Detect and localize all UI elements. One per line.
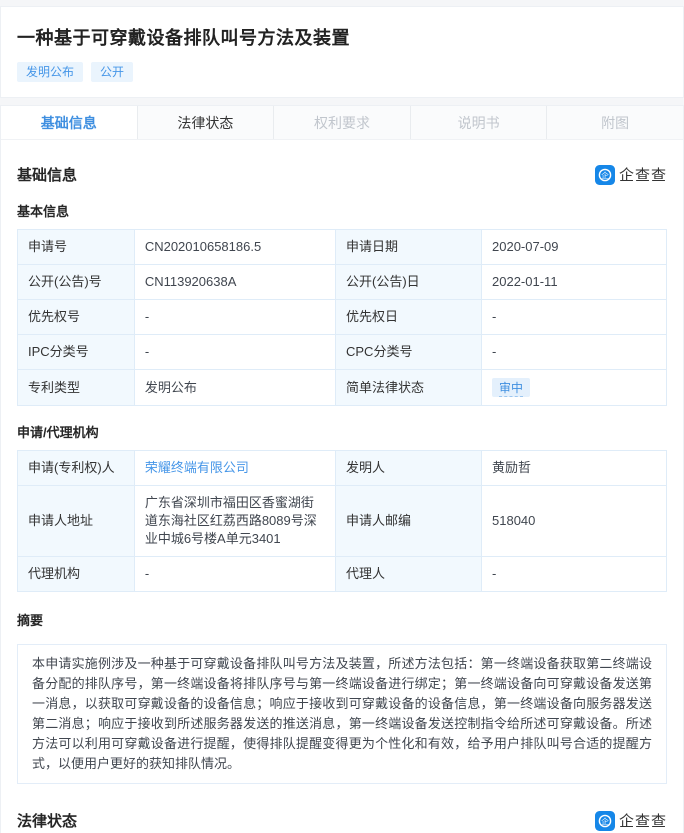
cell-label: 专利类型: [18, 370, 135, 406]
priority-number: -: [134, 300, 335, 335]
svg-text:企: 企: [601, 169, 609, 179]
agency: -: [134, 557, 335, 592]
basic-info-table: 申请号 CN202010658186.5 申请日期 2020-07-09 公开(…: [17, 229, 667, 406]
tab-legal-status[interactable]: 法律状态: [138, 106, 275, 139]
applicant-address: 广东省深圳市福田区香蜜湖街道东海社区红荔西路8089号深业中城6号楼A单元340…: [134, 486, 335, 557]
svg-text:企: 企: [601, 815, 609, 825]
tab-basic-info[interactable]: 基础信息: [1, 106, 138, 139]
subsection-agency-title: 申请/代理机构: [17, 422, 667, 441]
qichacha-watermark: 企 企查查: [595, 810, 667, 831]
basic-info-section-head: 基础信息 企 企查查: [17, 164, 667, 185]
cell-label: 申请号: [18, 230, 135, 265]
tab-figures[interactable]: 附图: [547, 106, 683, 139]
tab-claims[interactable]: 权利要求: [274, 106, 411, 139]
tag-row: 发明公布 公开: [17, 62, 667, 82]
qichacha-watermark: 企 企查查: [595, 164, 667, 185]
subsection-basic-title: 基本信息: [17, 201, 667, 220]
cell-label: 申请日期: [336, 230, 482, 265]
cpc-class: -: [482, 335, 667, 370]
qichacha-logo-icon: 企: [595, 165, 615, 185]
cell-label: 申请人地址: [18, 486, 135, 557]
status-badge[interactable]: 审中: [492, 378, 530, 397]
tag-invention-publication: 发明公布: [17, 62, 83, 82]
patent-type: 发明公布: [134, 370, 335, 406]
qichacha-brand-name: 企查查: [619, 810, 667, 831]
application-date: 2020-07-09: [482, 230, 667, 265]
cell-label: 代理机构: [18, 557, 135, 592]
cell-label: 代理人: [336, 557, 482, 592]
agency-table: 申请(专利权)人 荣耀终端有限公司 发明人 黄励哲 申请人地址 广东省深圳市福田…: [17, 450, 667, 592]
cell-label: 优先权日: [336, 300, 482, 335]
qichacha-logo-icon: 企: [595, 811, 615, 831]
cell-label: 简单法律状态: [336, 370, 482, 406]
applicant-link[interactable]: 荣耀终端有限公司: [145, 460, 249, 475]
inventor: 黄励哲: [482, 451, 667, 486]
tag-public: 公开: [91, 62, 133, 82]
qichacha-brand-name: 企查查: [619, 164, 667, 185]
table-row: 申请(专利权)人 荣耀终端有限公司 发明人 黄励哲: [18, 451, 667, 486]
legal-section-head: 法律状态 企 企查查: [17, 810, 667, 831]
cell-label: 申请人邮编: [336, 486, 482, 557]
cell-label: 优先权号: [18, 300, 135, 335]
table-row: 优先权号 - 优先权日 -: [18, 300, 667, 335]
legal-status-cell: 审中: [482, 370, 667, 406]
publication-date: 2022-01-11: [482, 265, 667, 300]
publication-number: CN113920638A: [134, 265, 335, 300]
cell-label: 发明人: [336, 451, 482, 486]
tabbar: 基础信息 法律状态 权利要求 说明书 附图: [1, 106, 683, 140]
cell-label: 公开(公告)日: [336, 265, 482, 300]
table-row: 申请号 CN202010658186.5 申请日期 2020-07-09: [18, 230, 667, 265]
basic-info-section-title: 基础信息: [17, 164, 77, 185]
agent: -: [482, 557, 667, 592]
applicant-zipcode: 518040: [482, 486, 667, 557]
patent-detail-card: 基础信息 法律状态 权利要求 说明书 附图 基础信息 企 企查查 基本信息: [0, 105, 684, 833]
table-row: 申请人地址 广东省深圳市福田区香蜜湖街道东海社区红荔西路8089号深业中城6号楼…: [18, 486, 667, 557]
priority-date: -: [482, 300, 667, 335]
application-number: CN202010658186.5: [134, 230, 335, 265]
cell-label: 申请(专利权)人: [18, 451, 135, 486]
ipc-class: -: [134, 335, 335, 370]
cell-label: CPC分类号: [336, 335, 482, 370]
patent-header: 一种基于可穿戴设备排队叫号方法及装置 发明公布 公开: [0, 6, 684, 98]
applicant-cell: 荣耀终端有限公司: [134, 451, 335, 486]
page-title: 一种基于可穿戴设备排队叫号方法及装置: [17, 24, 667, 50]
abstract-text: 本申请实施例涉及一种基于可穿戴设备排队叫号方法及装置，所述方法包括：第一终端设备…: [17, 644, 667, 784]
cell-label: IPC分类号: [18, 335, 135, 370]
abstract-title: 摘要: [17, 610, 667, 629]
cell-label: 公开(公告)号: [18, 265, 135, 300]
legal-section-title: 法律状态: [17, 810, 77, 831]
table-row: 公开(公告)号 CN113920638A 公开(公告)日 2022-01-11: [18, 265, 667, 300]
tab-description[interactable]: 说明书: [411, 106, 548, 139]
table-row: 代理机构 - 代理人 -: [18, 557, 667, 592]
table-row: IPC分类号 - CPC分类号 -: [18, 335, 667, 370]
table-row: 专利类型 发明公布 简单法律状态 审中: [18, 370, 667, 406]
content: 基础信息 企 企查查 基本信息 申请号 CN202010658186.5 申请日…: [1, 164, 683, 833]
